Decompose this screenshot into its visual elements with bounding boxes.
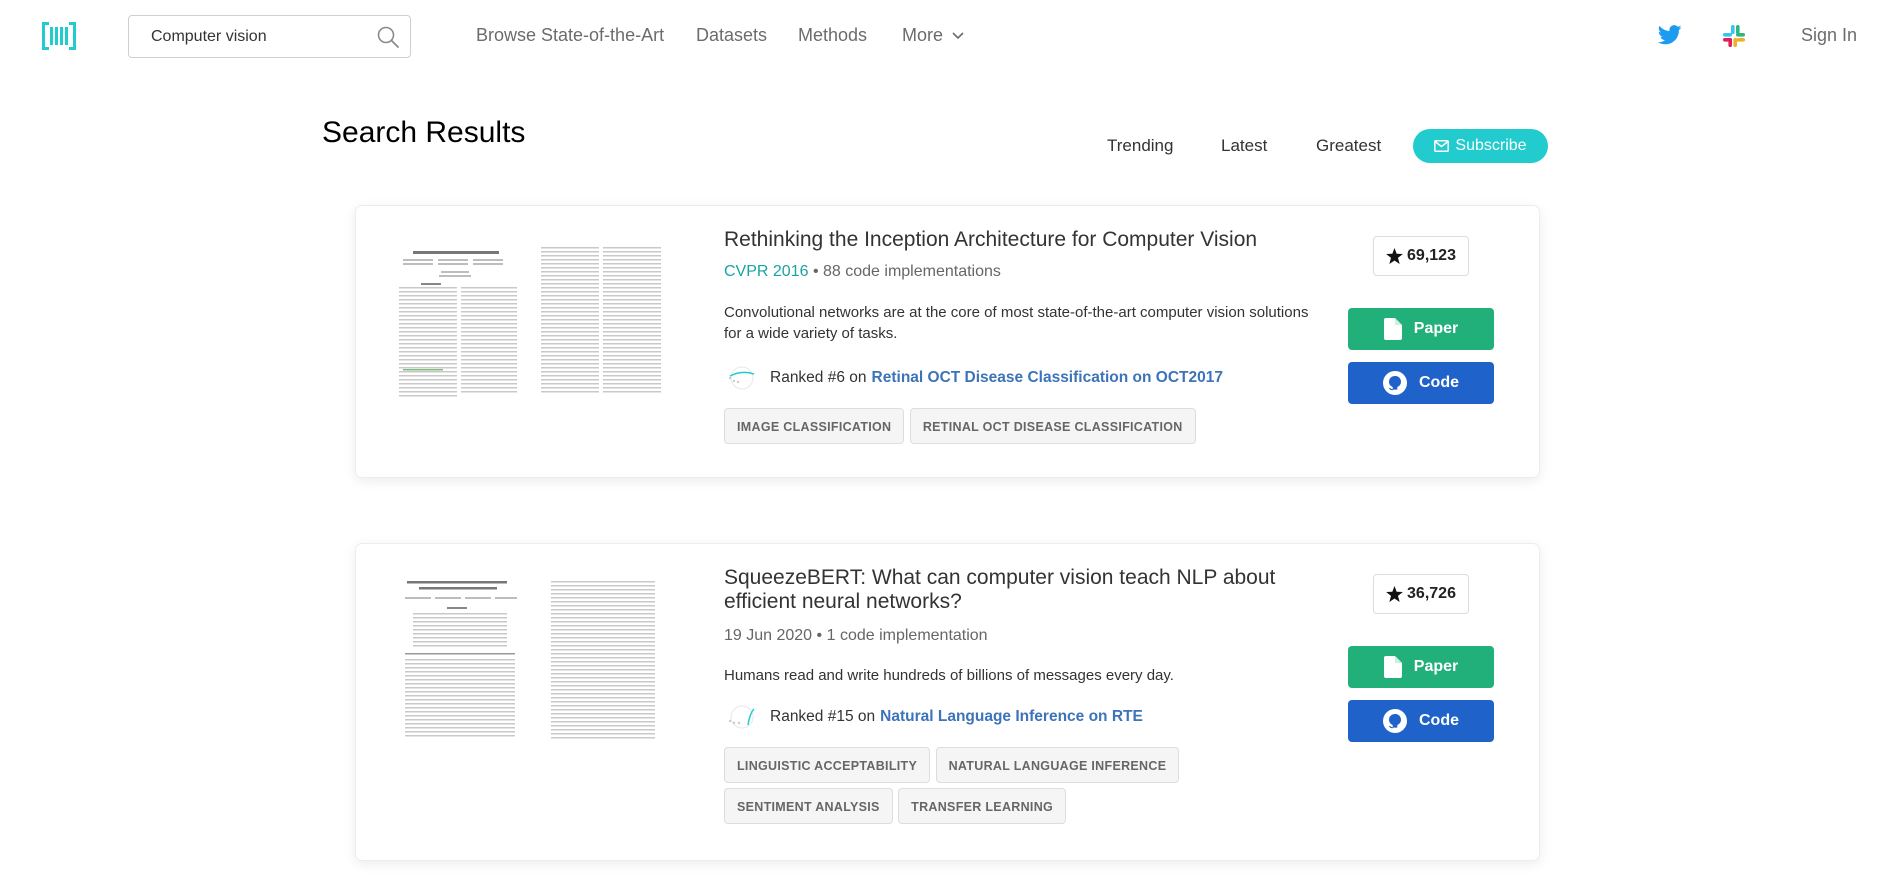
paper-button-label: Paper: [1413, 320, 1459, 337]
star-count-value: 69,123: [1407, 247, 1456, 264]
paper-meta: CVPR 2016 • 88 code implementations: [724, 263, 1001, 281]
rank-chart-icon: [728, 705, 755, 729]
task-tag[interactable]: IMAGE CLASSIFICATION: [724, 408, 905, 444]
task-tag[interactable]: TRANSFER LEARNING: [898, 788, 1067, 824]
rank-task-link[interactable]: Natural Language Inference on RTE: [880, 708, 1143, 726]
nav-more[interactable]: More: [902, 25, 964, 46]
rank-task-link[interactable]: Retinal OCT Disease Classification on OC…: [872, 369, 1223, 387]
paper-button[interactable]: Paper: [1348, 646, 1494, 688]
conference-link[interactable]: CVPR 2016: [724, 263, 809, 280]
code-button-label: Code: [1419, 712, 1459, 729]
star-count[interactable]: 69,123: [1373, 236, 1469, 276]
document-icon: [1383, 318, 1402, 340]
twitter-icon[interactable]: [1658, 24, 1682, 46]
paper-card: Rethinking the Inception Architecture fo…: [355, 205, 1540, 478]
paper-meta: 19 Jun 2020 • 1 code implementation: [724, 627, 988, 645]
nav-more-label: More: [902, 25, 944, 45]
rank-info: Ranked #15 on Natural Language Inference…: [724, 705, 1143, 729]
paper-date: 19 Jun 2020: [724, 627, 813, 644]
search-input[interactable]: [151, 27, 371, 47]
nav-methods[interactable]: Methods: [798, 25, 867, 46]
filter-trending[interactable]: Trending: [1107, 136, 1173, 156]
filter-latest[interactable]: Latest: [1221, 136, 1267, 156]
task-tags: LINGUISTIC ACCEPTABILITY NATURAL LANGUAG…: [724, 747, 1224, 829]
sign-in-link[interactable]: Sign In: [1801, 25, 1857, 46]
task-tag[interactable]: SENTIMENT ANALYSIS: [724, 788, 893, 824]
mail-icon: [1434, 140, 1450, 152]
task-tag[interactable]: LINGUISTIC ACCEPTABILITY: [724, 747, 931, 783]
slack-icon[interactable]: [1722, 24, 1746, 48]
rank-prefix: Ranked #6 on: [770, 369, 867, 386]
logo-icon[interactable]: [42, 20, 76, 52]
paper-title[interactable]: Rethinking the Inception Architecture fo…: [724, 228, 1284, 252]
paper-thumbnail[interactable]: [391, 579, 671, 749]
meta-separator: •: [816, 627, 823, 644]
subscribe-button[interactable]: Subscribe: [1413, 129, 1548, 163]
search-box: [128, 15, 411, 58]
implementations-count: 88 code implementations: [823, 263, 1001, 280]
task-tag[interactable]: RETINAL OCT DISEASE CLASSIFICATION: [909, 408, 1196, 444]
github-icon: [1383, 709, 1407, 733]
chevron-down-icon: [952, 32, 964, 40]
paper-card: SqueezeBERT: What can computer vision te…: [355, 543, 1540, 861]
paper-title[interactable]: SqueezeBERT: What can computer vision te…: [724, 566, 1284, 614]
rank-prefix: Ranked #15 on: [770, 708, 876, 725]
nav-datasets[interactable]: Datasets: [696, 25, 767, 46]
task-tags: IMAGE CLASSIFICATION RETINAL OCT DISEASE…: [724, 408, 1224, 449]
search-icon[interactable]: [376, 25, 400, 49]
paper-abstract: Convolutional networks are at the core o…: [724, 304, 1309, 342]
filter-greatest[interactable]: Greatest: [1316, 136, 1381, 156]
star-count-value: 36,726: [1407, 585, 1456, 602]
subscribe-label: Subscribe: [1455, 137, 1527, 154]
rank-chart-icon: [728, 366, 755, 390]
star-icon: [1386, 248, 1403, 264]
meta-separator: •: [812, 263, 819, 280]
paper-thumbnail[interactable]: [391, 241, 671, 411]
code-button-label: Code: [1419, 374, 1459, 391]
task-tag[interactable]: NATURAL LANGUAGE INFERENCE: [935, 747, 1180, 783]
star-count[interactable]: 36,726: [1373, 574, 1469, 614]
code-button[interactable]: Code: [1348, 700, 1494, 742]
nav-browse-sota[interactable]: Browse State-of-the-Art: [476, 25, 664, 46]
navbar: Browse State-of-the-Art Datasets Methods…: [0, 0, 1893, 74]
github-icon: [1383, 371, 1407, 395]
implementations-count: 1 code implementation: [826, 627, 988, 644]
document-icon: [1383, 656, 1402, 678]
code-button[interactable]: Code: [1348, 362, 1494, 404]
paper-abstract: Humans read and write hundreds of billio…: [724, 667, 1174, 684]
paper-button[interactable]: Paper: [1348, 308, 1494, 350]
star-icon: [1386, 586, 1403, 602]
page-title: Search Results: [322, 116, 526, 149]
paper-button-label: Paper: [1413, 658, 1459, 675]
rank-info: Ranked #6 on Retinal OCT Disease Classif…: [724, 366, 1223, 390]
